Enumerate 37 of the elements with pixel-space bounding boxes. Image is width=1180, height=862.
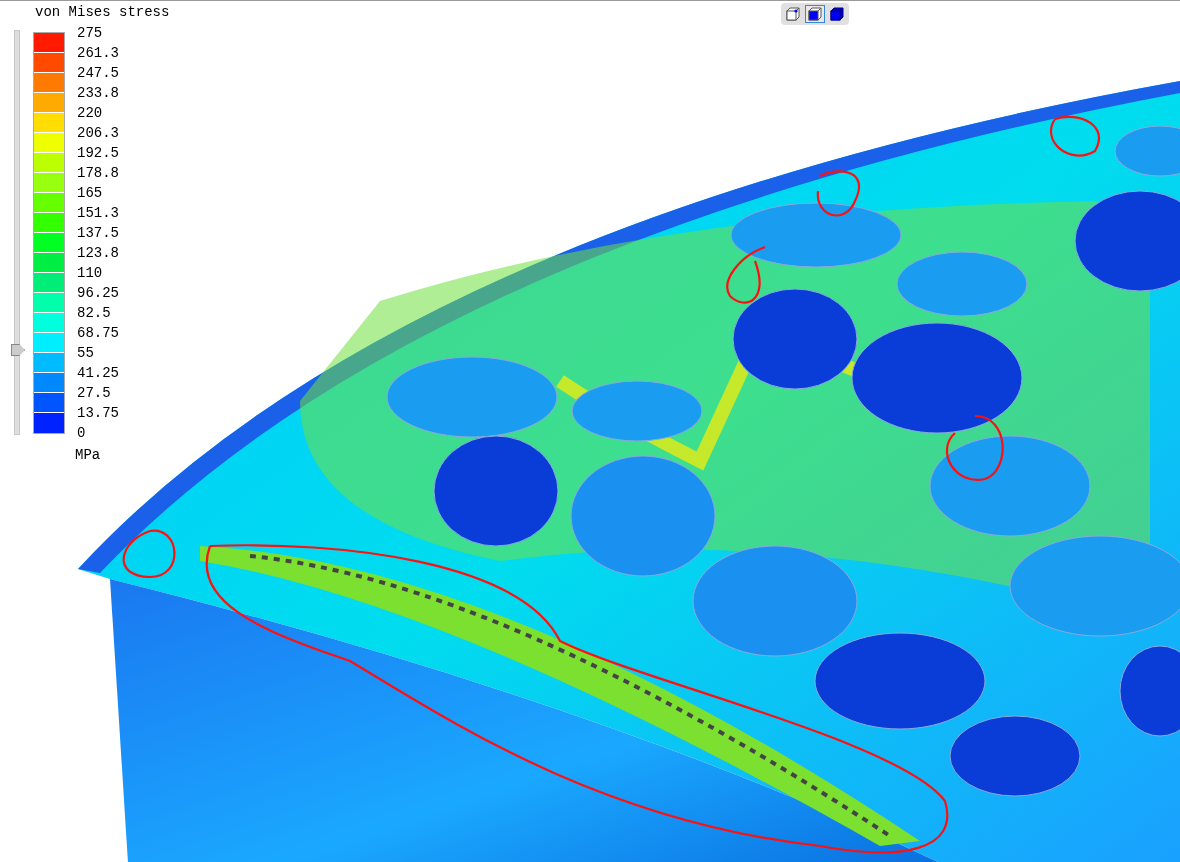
legend-value: 275: [77, 24, 104, 43]
legend-value: 165: [77, 184, 104, 203]
legend-value: 68.75: [77, 324, 119, 343]
legend-value: 27.5: [77, 384, 112, 403]
legend-value: 247.5: [77, 64, 119, 83]
legend-value: 220: [77, 104, 104, 123]
legend-value: 0: [77, 424, 87, 443]
legend-value: 123.8: [77, 244, 119, 263]
legend-value: 41.25: [77, 364, 119, 383]
legend-value: 55: [77, 344, 95, 363]
legend-value: 137.5: [77, 224, 119, 243]
legend-value: 13.75: [77, 404, 119, 423]
annotation-loop: [726, 246, 766, 304]
annotation-loop: [816, 170, 860, 217]
view-mode-button[interactable]: [827, 5, 847, 23]
solid-cube-icon: [830, 7, 844, 21]
slider-thumb[interactable]: [11, 343, 25, 356]
legend-value: 206.3: [77, 124, 119, 143]
plate-hole: [1114, 125, 1180, 177]
annotation-loop: [946, 414, 1004, 481]
legend-value: 96.25: [77, 284, 119, 303]
annotation-loop: [1049, 115, 1101, 157]
annotation-loop: [122, 529, 176, 579]
legend-value: 110: [77, 264, 104, 283]
legend-value: 233.8: [77, 84, 119, 103]
threshold-slider[interactable]: [11, 30, 25, 435]
legend-value: 261.3: [77, 44, 119, 63]
legend-title: von Mises stress: [35, 3, 170, 22]
shaded-cube-icon: [808, 7, 822, 21]
wireframe-cube-icon: [786, 7, 800, 21]
unit-label: MPa: [75, 446, 102, 465]
legend-value: 82.5: [77, 304, 112, 323]
view-mode-button[interactable]: [783, 5, 803, 23]
legend-value: 178.8: [77, 164, 119, 183]
legend-value: 151.3: [77, 204, 119, 223]
view-mode-button[interactable]: [805, 5, 825, 23]
legend-value: 192.5: [77, 144, 119, 163]
